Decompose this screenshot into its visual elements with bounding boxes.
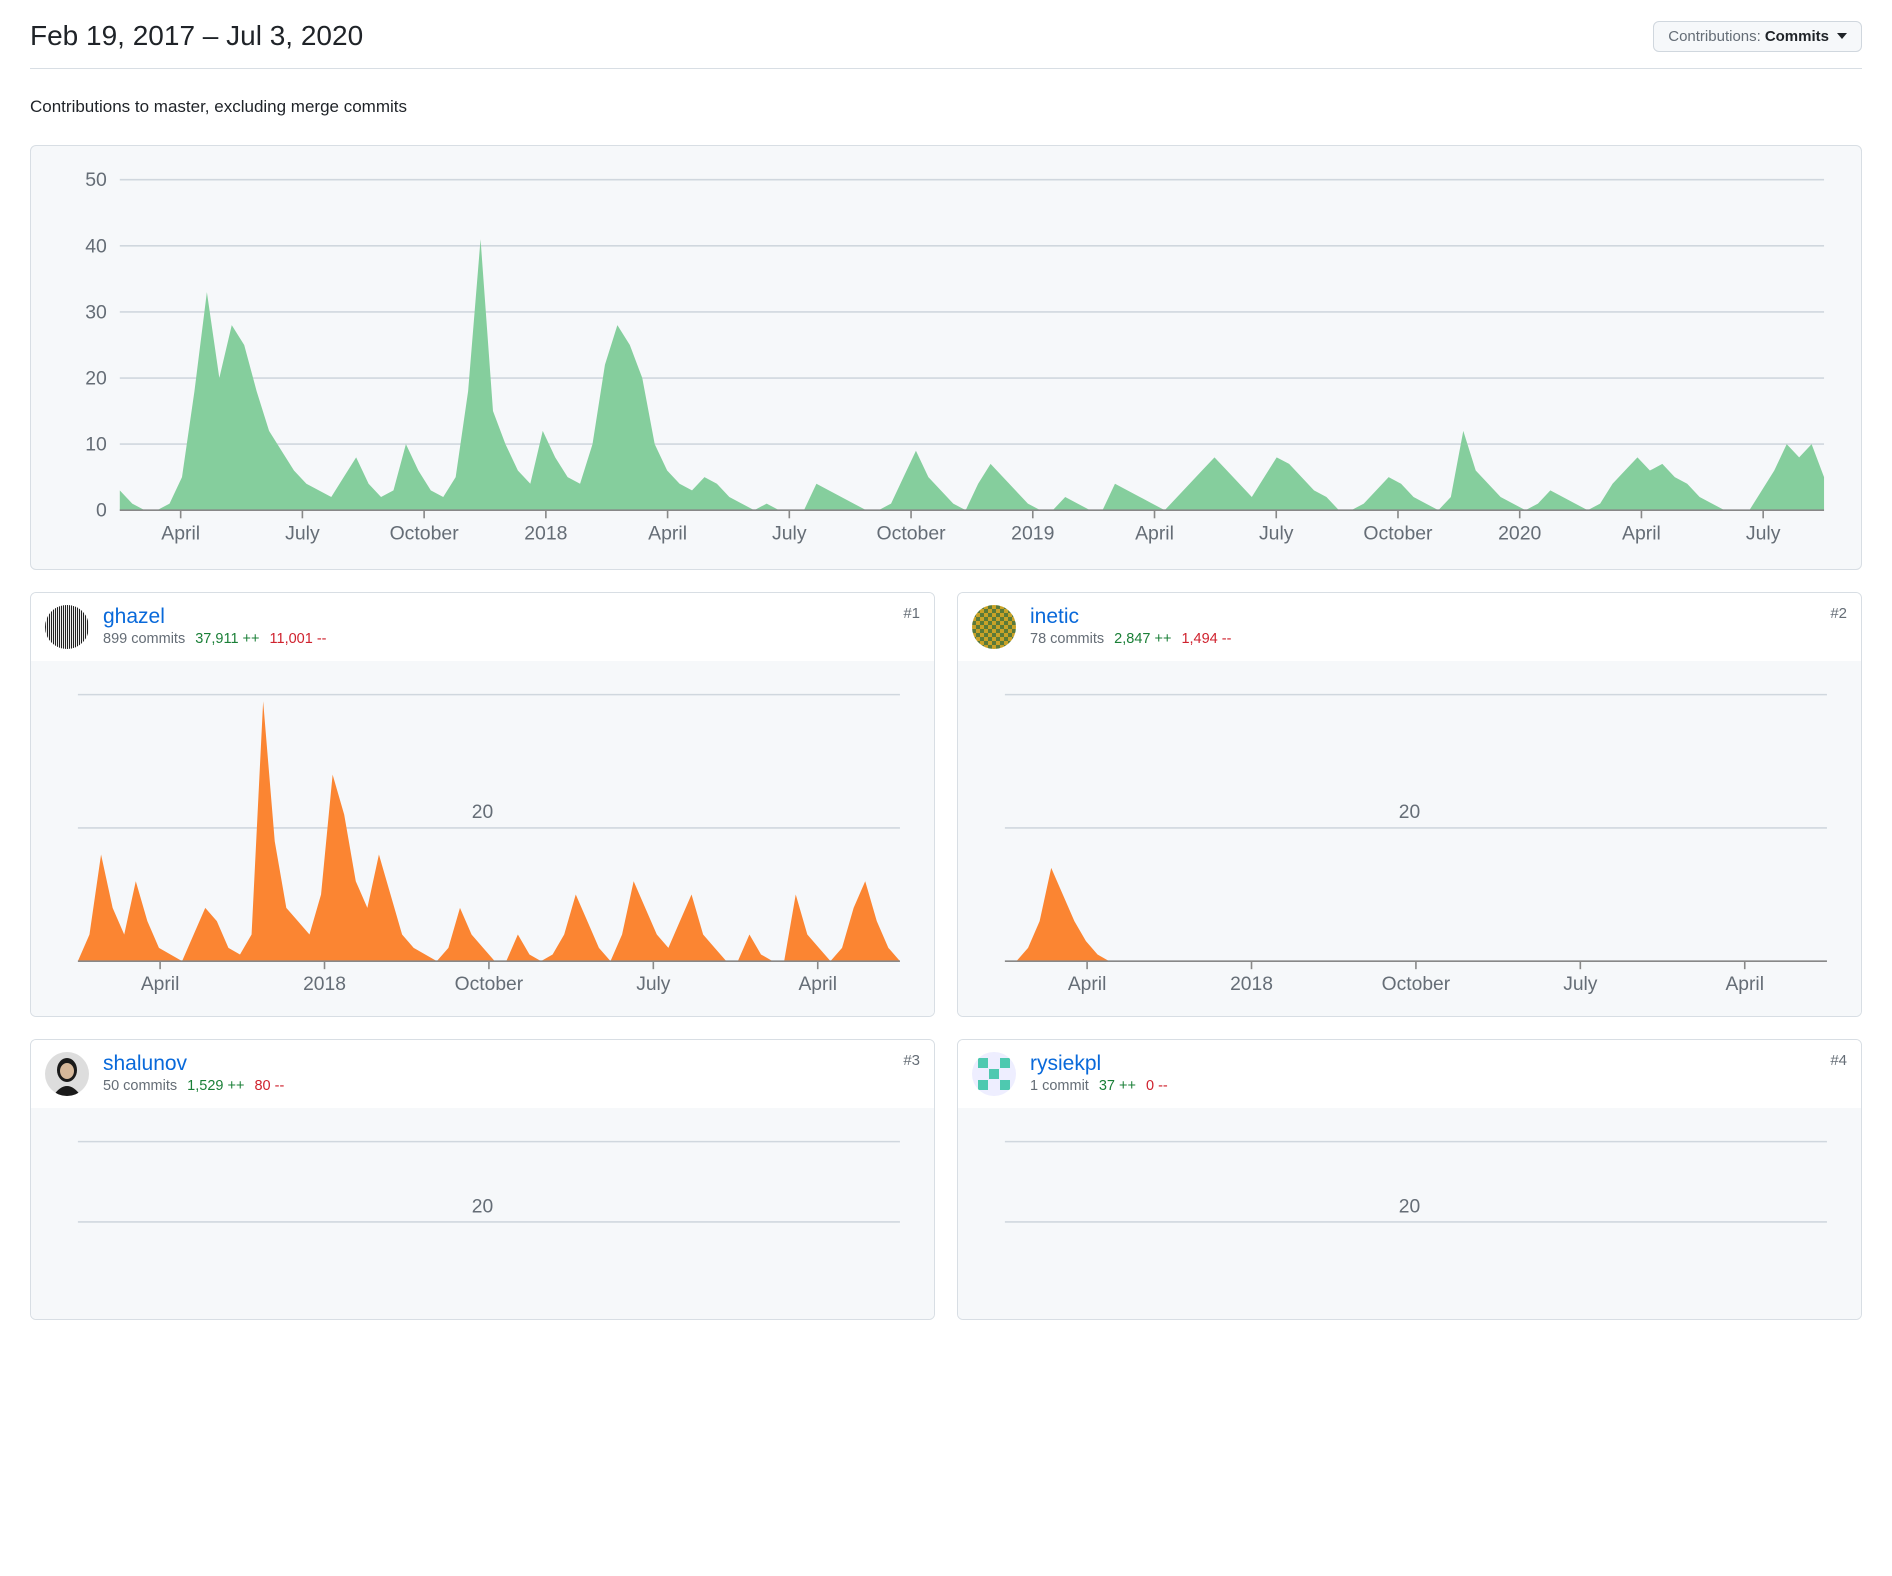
contributor-username-link[interactable]: inetic bbox=[1030, 605, 1079, 629]
contributor-rank: #2 bbox=[1830, 605, 1847, 622]
additions: 37 ++ bbox=[1099, 1078, 1136, 1094]
svg-text:July: July bbox=[772, 522, 807, 544]
avatar[interactable] bbox=[45, 605, 89, 649]
svg-text:July: July bbox=[1563, 974, 1598, 995]
contributor-chart: 2040 bbox=[958, 1108, 1861, 1319]
svg-text:April: April bbox=[1135, 522, 1174, 544]
contributor-header: rysiekpl 1 commit 37 ++ 0 -- #4 bbox=[958, 1040, 1861, 1108]
contributor-header: ghazel 899 commits 37,911 ++ 11,001 -- #… bbox=[31, 593, 934, 661]
dropdown-value: Commits bbox=[1765, 28, 1829, 45]
svg-text:20: 20 bbox=[85, 367, 107, 389]
divider bbox=[30, 68, 1862, 69]
svg-text:20: 20 bbox=[1399, 1196, 1420, 1217]
svg-text:April: April bbox=[648, 522, 687, 544]
svg-text:40: 40 bbox=[472, 685, 493, 690]
svg-text:July: July bbox=[1259, 522, 1294, 544]
svg-text:April: April bbox=[1725, 974, 1764, 995]
contributor-info: rysiekpl 1 commit 37 ++ 0 -- bbox=[1030, 1052, 1816, 1094]
commit-count: 1 commit bbox=[1030, 1078, 1089, 1094]
svg-text:October: October bbox=[390, 522, 460, 544]
svg-text:2020: 2020 bbox=[1498, 522, 1541, 544]
contributor-chart: 2040 bbox=[31, 1108, 934, 1319]
contributor-username-link[interactable]: ghazel bbox=[103, 605, 165, 629]
deletions: 11,001 -- bbox=[270, 631, 327, 647]
contributor-username-link[interactable]: shalunov bbox=[103, 1052, 187, 1076]
svg-text:April: April bbox=[798, 974, 837, 995]
contributors-grid: ghazel 899 commits 37,911 ++ 11,001 -- #… bbox=[30, 592, 1862, 1320]
svg-text:April: April bbox=[141, 974, 180, 995]
deletions: 80 -- bbox=[254, 1078, 284, 1094]
master-chart-panel: 0 10 20 30 40 50 April July October 2018 April July… bbox=[30, 145, 1862, 570]
svg-text:40: 40 bbox=[1399, 1132, 1420, 1137]
svg-text:40: 40 bbox=[85, 235, 107, 257]
contributor-stats: 78 commits 2,847 ++ 1,494 -- bbox=[1030, 631, 1816, 647]
contributions-dropdown[interactable]: Contributions: Commits bbox=[1653, 21, 1862, 52]
contributor-stats: 1 commit 37 ++ 0 -- bbox=[1030, 1078, 1816, 1094]
svg-text:October: October bbox=[1382, 974, 1451, 995]
svg-text:April: April bbox=[161, 522, 200, 544]
svg-text:October: October bbox=[877, 522, 947, 544]
svg-text:July: July bbox=[285, 522, 320, 544]
deletions: 0 -- bbox=[1146, 1078, 1168, 1094]
contributor-chart: 20 40 April 2018 October July April bbox=[958, 661, 1861, 1016]
additions: 2,847 ++ bbox=[1114, 631, 1171, 647]
caret-down-icon bbox=[1837, 33, 1847, 39]
svg-text:October: October bbox=[455, 974, 524, 995]
contributor-header: inetic 78 commits 2,847 ++ 1,494 -- #2 bbox=[958, 593, 1861, 661]
avatar[interactable] bbox=[45, 1052, 89, 1096]
svg-text:20: 20 bbox=[472, 1196, 493, 1217]
svg-text:2018: 2018 bbox=[1230, 974, 1273, 995]
contributor-stats: 50 commits 1,529 ++ 80 -- bbox=[103, 1078, 889, 1094]
svg-text:2018: 2018 bbox=[303, 974, 346, 995]
svg-text:2019: 2019 bbox=[1011, 522, 1054, 544]
commit-count: 899 commits bbox=[103, 631, 185, 647]
date-range-heading: Feb 19, 2017 – Jul 3, 2020 bbox=[30, 20, 363, 52]
deletions: 1,494 -- bbox=[1181, 631, 1231, 647]
contributor-info: inetic 78 commits 2,847 ++ 1,494 -- bbox=[1030, 605, 1816, 647]
svg-text:July: July bbox=[636, 974, 671, 995]
commit-count: 78 commits bbox=[1030, 631, 1104, 647]
svg-text:20: 20 bbox=[1399, 802, 1420, 823]
svg-text:2018: 2018 bbox=[524, 522, 567, 544]
svg-text:10: 10 bbox=[85, 434, 107, 456]
svg-text:40: 40 bbox=[1399, 685, 1420, 690]
contributor-stats: 899 commits 37,911 ++ 11,001 -- bbox=[103, 631, 889, 647]
contributor-username-link[interactable]: rysiekpl bbox=[1030, 1052, 1101, 1076]
svg-text:30: 30 bbox=[85, 301, 107, 323]
svg-text:20: 20 bbox=[472, 802, 493, 823]
contributor-chart: 20 40 April 2018 October July April bbox=[31, 661, 934, 1016]
master-chart: 0 10 20 30 40 50 April July October 2018 April July… bbox=[55, 170, 1837, 559]
additions: 37,911 ++ bbox=[195, 631, 259, 647]
svg-text:July: July bbox=[1746, 522, 1781, 544]
svg-text:0: 0 bbox=[96, 500, 107, 522]
contributor-card: shalunov 50 commits 1,529 ++ 80 -- #3204… bbox=[30, 1039, 935, 1320]
avatar[interactable] bbox=[972, 605, 1016, 649]
contributor-rank: #3 bbox=[903, 1052, 920, 1069]
contributor-info: shalunov 50 commits 1,529 ++ 80 -- bbox=[103, 1052, 889, 1094]
dropdown-label: Contributions: bbox=[1668, 28, 1761, 45]
svg-text:April: April bbox=[1068, 974, 1107, 995]
contributor-rank: #4 bbox=[1830, 1052, 1847, 1069]
contributor-header: shalunov 50 commits 1,529 ++ 80 -- #3 bbox=[31, 1040, 934, 1108]
contributor-rank: #1 bbox=[903, 605, 920, 622]
svg-text:50: 50 bbox=[85, 170, 107, 191]
svg-text:40: 40 bbox=[472, 1132, 493, 1137]
contributor-info: ghazel 899 commits 37,911 ++ 11,001 -- bbox=[103, 605, 889, 647]
commit-count: 50 commits bbox=[103, 1078, 177, 1094]
subheading: Contributions to master, excluding merge… bbox=[30, 97, 1862, 117]
header-row: Feb 19, 2017 – Jul 3, 2020 Contributions… bbox=[30, 20, 1862, 64]
svg-text:October: October bbox=[1363, 522, 1433, 544]
contributor-card: ghazel 899 commits 37,911 ++ 11,001 -- #… bbox=[30, 592, 935, 1017]
additions: 1,529 ++ bbox=[187, 1078, 244, 1094]
avatar[interactable] bbox=[972, 1052, 1016, 1096]
contributor-card: inetic 78 commits 2,847 ++ 1,494 -- #220… bbox=[957, 592, 1862, 1017]
contributor-card: rysiekpl 1 commit 37 ++ 0 -- #42040 bbox=[957, 1039, 1862, 1320]
svg-text:April: April bbox=[1622, 522, 1661, 544]
